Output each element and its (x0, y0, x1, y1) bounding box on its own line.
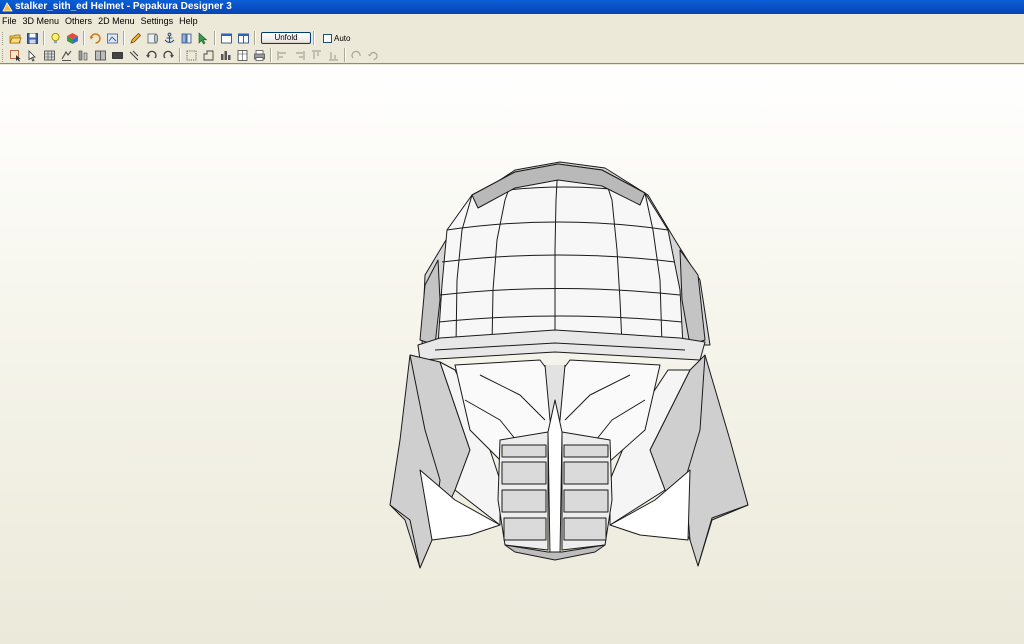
align-left-icon[interactable] (275, 48, 290, 63)
join-icon[interactable] (127, 48, 142, 63)
select-arrow-icon[interactable] (196, 31, 211, 46)
title-bar: stalker_sith_ed Helmet - Pepakura Design… (0, 0, 1024, 14)
align-top-icon[interactable] (309, 48, 324, 63)
menu-2d[interactable]: 2D Menu (96, 14, 139, 29)
pepakura-app-icon[interactable] (2, 1, 13, 13)
texture-cube-icon[interactable] (65, 31, 80, 46)
toolbar-separator (214, 31, 216, 45)
window-title: stalker_sith_ed Helmet - Pepakura Design… (15, 1, 232, 12)
lightbulb-icon[interactable] (48, 31, 63, 46)
unfold-button[interactable]: Unfold (261, 32, 311, 44)
menu-others[interactable]: Others (63, 14, 96, 29)
edit-toolbar (0, 47, 1024, 64)
menu-settings[interactable]: Settings (139, 14, 178, 29)
print-view-icon[interactable] (105, 31, 120, 46)
paper-roll-icon[interactable] (145, 31, 160, 46)
align-icon[interactable] (59, 48, 74, 63)
toolbar-separator (313, 31, 315, 45)
edge-join-icon[interactable] (76, 48, 91, 63)
helmet-3d-model[interactable] (0, 65, 1024, 644)
refresh-icon[interactable] (366, 48, 381, 63)
rotate-right-icon[interactable] (161, 48, 176, 63)
menu-help[interactable]: Help (177, 14, 202, 29)
toolbar-separator (254, 31, 256, 45)
window-single-icon[interactable] (219, 31, 234, 46)
toolbar-separator (43, 31, 45, 45)
toolbar-separator (123, 31, 125, 45)
scale-icon[interactable] (201, 48, 216, 63)
toolbar-separator (179, 48, 181, 62)
rotate-left-icon[interactable] (144, 48, 159, 63)
rect-icon[interactable] (110, 48, 125, 63)
pencil-icon[interactable] (128, 31, 143, 46)
toolbar-separator (83, 31, 85, 45)
anchor-icon[interactable] (162, 31, 177, 46)
pointer-icon[interactable] (25, 48, 40, 63)
redo-icon[interactable] (349, 48, 364, 63)
print-icon[interactable] (252, 48, 267, 63)
auto-checkbox-group[interactable]: Auto (323, 33, 351, 43)
3d-viewport[interactable] (0, 65, 1024, 644)
page-icon[interactable] (235, 48, 250, 63)
align-right-icon[interactable] (292, 48, 307, 63)
menu-file[interactable]: File (0, 14, 21, 29)
select-part-icon[interactable] (8, 48, 23, 63)
window-split-icon[interactable] (236, 31, 251, 46)
toolbar-grip[interactable] (2, 31, 5, 45)
save-icon[interactable] (25, 31, 40, 46)
mirror-icon[interactable] (179, 31, 194, 46)
move-icon[interactable] (184, 48, 199, 63)
toolbar-grip[interactable] (2, 48, 5, 62)
auto-label: Auto (334, 33, 351, 43)
flaps-icon[interactable] (93, 48, 108, 63)
toolbar-separator (270, 48, 272, 62)
toolbar-separator (344, 48, 346, 62)
main-toolbar: Unfold Auto (0, 29, 1024, 47)
menu-bar: File 3D Menu Others 2D Menu Settings Hel… (0, 14, 1024, 29)
open-icon[interactable] (8, 31, 23, 46)
auto-checkbox[interactable] (323, 33, 332, 43)
grid-icon[interactable] (42, 48, 57, 63)
undo-flip-icon[interactable] (88, 31, 103, 46)
menu-3d[interactable]: 3D Menu (21, 14, 64, 29)
arrange-icon[interactable] (218, 48, 233, 63)
align-bottom-icon[interactable] (326, 48, 341, 63)
